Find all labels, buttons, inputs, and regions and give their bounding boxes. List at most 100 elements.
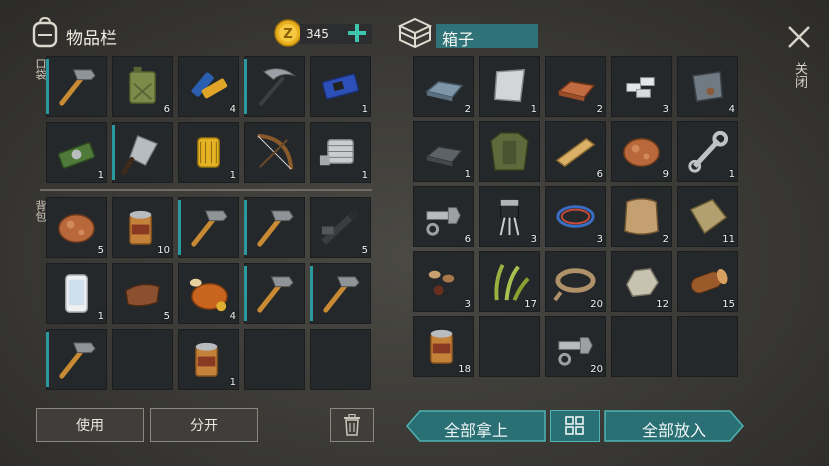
chest-slot[interactable]: 9 xyxy=(611,121,672,182)
item-count: 11 xyxy=(722,234,735,245)
hammer-icon xyxy=(59,69,96,106)
backpack-slot[interactable]: 1 xyxy=(178,329,239,390)
copper-bar-icon xyxy=(557,80,596,102)
item-count: 20 xyxy=(590,364,603,375)
chest-slot[interactable] xyxy=(479,121,540,182)
sort-button[interactable] xyxy=(550,410,600,442)
backpack-slot[interactable] xyxy=(244,263,305,324)
pocket-slot[interactable]: 1 xyxy=(46,122,107,183)
item-count: 3 xyxy=(662,104,669,115)
section-divider xyxy=(40,189,372,191)
iron-bar-icon xyxy=(425,145,464,167)
item-count: 3 xyxy=(596,234,603,245)
backpack-slot[interactable]: 5 xyxy=(310,197,371,258)
item-count: 20 xyxy=(590,299,603,310)
chest-slot[interactable]: 6 xyxy=(545,121,606,182)
backpack-slot[interactable]: 1 xyxy=(46,263,107,324)
item-count: 1 xyxy=(464,169,471,180)
chest-slot[interactable]: 3 xyxy=(611,56,672,117)
pocket-slot[interactable] xyxy=(46,56,107,117)
backpack-slot[interactable] xyxy=(244,329,305,390)
chest-slot[interactable]: 3 xyxy=(545,186,606,247)
item-count: 2 xyxy=(596,104,603,115)
pocket-slot[interactable]: 4 xyxy=(178,56,239,117)
coin-icon: Z xyxy=(274,19,302,47)
item-count: 2 xyxy=(464,104,471,115)
item-count: 1 xyxy=(229,377,236,388)
chest-slot[interactable]: 2 xyxy=(413,56,474,117)
pocket-slot[interactable]: 1 xyxy=(310,122,371,183)
hammer-icon xyxy=(59,342,96,379)
chest-slot[interactable]: 6 xyxy=(413,186,474,247)
chest-slot[interactable]: 3 xyxy=(479,186,540,247)
chest-slot[interactable]: 1 xyxy=(413,121,474,182)
svg-text:Z: Z xyxy=(283,27,292,42)
item-count: 6 xyxy=(163,104,170,115)
chest-slot[interactable] xyxy=(677,316,738,377)
backpack-slot[interactable]: 10 xyxy=(112,197,173,258)
chest-slot[interactable]: 2 xyxy=(611,186,672,247)
chest-slot[interactable] xyxy=(611,316,672,377)
chest-slot[interactable] xyxy=(479,316,540,377)
item-count: 1 xyxy=(97,311,104,322)
backpack-slot[interactable] xyxy=(310,329,371,390)
chest-slot[interactable]: 18 xyxy=(413,316,474,377)
item-count: 5 xyxy=(163,311,170,322)
chest-slot[interactable]: 1 xyxy=(677,121,738,182)
durability-bar xyxy=(244,59,247,114)
backpack-slot[interactable] xyxy=(46,329,107,390)
durability-bar xyxy=(244,200,247,255)
canned-food-icon xyxy=(195,342,219,377)
pocket-slot[interactable]: 1 xyxy=(310,56,371,117)
split-button[interactable]: 分开 xyxy=(150,408,258,442)
pocket-slot[interactable] xyxy=(112,122,173,183)
chest-slot[interactable]: 17 xyxy=(479,251,540,312)
chest-slot[interactable]: 20 xyxy=(545,251,606,312)
circuit-board-icon xyxy=(321,73,360,100)
chest-slot[interactable]: 15 xyxy=(677,251,738,312)
pocket-slot[interactable] xyxy=(244,56,305,117)
hammer-icon xyxy=(257,210,294,247)
chest-slot[interactable]: 11 xyxy=(677,186,738,247)
item-count: 4 xyxy=(229,104,236,115)
chest-slot[interactable]: 20 xyxy=(545,316,606,377)
grid-icon xyxy=(565,416,584,435)
plus-icon xyxy=(348,24,366,42)
chest-slot[interactable]: 1 xyxy=(479,56,540,117)
chest-slot[interactable]: 4 xyxy=(677,56,738,117)
wood-plank-icon xyxy=(555,137,596,168)
durability-bar xyxy=(112,125,115,180)
item-count: 1 xyxy=(229,170,236,181)
chest-slot[interactable]: 2 xyxy=(545,56,606,117)
trash-button[interactable] xyxy=(330,408,374,442)
backpack-slot[interactable] xyxy=(178,197,239,258)
add-coins-button[interactable] xyxy=(346,22,368,44)
item-count: 5 xyxy=(361,245,368,256)
backpack-slot[interactable]: 5 xyxy=(112,263,173,324)
item-count: 1 xyxy=(361,104,368,115)
durability-bar xyxy=(46,59,49,114)
chest-slot[interactable]: 3 xyxy=(413,251,474,312)
item-count: 5 xyxy=(97,245,104,256)
backpack-slot[interactable] xyxy=(112,329,173,390)
leather-icon xyxy=(125,283,160,307)
pocket-slot[interactable] xyxy=(244,122,305,183)
bow-icon xyxy=(257,133,294,170)
chest-slot[interactable]: 12 xyxy=(611,251,672,312)
backpack-slot[interactable]: 4 xyxy=(178,263,239,324)
item-count: 3 xyxy=(464,299,471,310)
close-button[interactable] xyxy=(786,24,812,50)
pocket-slot[interactable]: 1 xyxy=(178,122,239,183)
backpack-slot[interactable] xyxy=(310,263,371,324)
put-all-button[interactable]: 全部放入 xyxy=(604,410,744,442)
pocket-slot[interactable]: 6 xyxy=(112,56,173,117)
inventory-title: 物品栏 xyxy=(66,29,117,49)
take-all-button[interactable]: 全部拿上 xyxy=(406,410,546,442)
use-button[interactable]: 使用 xyxy=(36,408,144,442)
metal-bar-icon xyxy=(425,80,464,102)
durability-bar xyxy=(178,200,181,255)
box-icon xyxy=(397,17,433,49)
backpack-slot[interactable] xyxy=(244,197,305,258)
backpack-slot[interactable]: 5 xyxy=(46,197,107,258)
close-label[interactable]: 关闭 xyxy=(790,62,809,88)
